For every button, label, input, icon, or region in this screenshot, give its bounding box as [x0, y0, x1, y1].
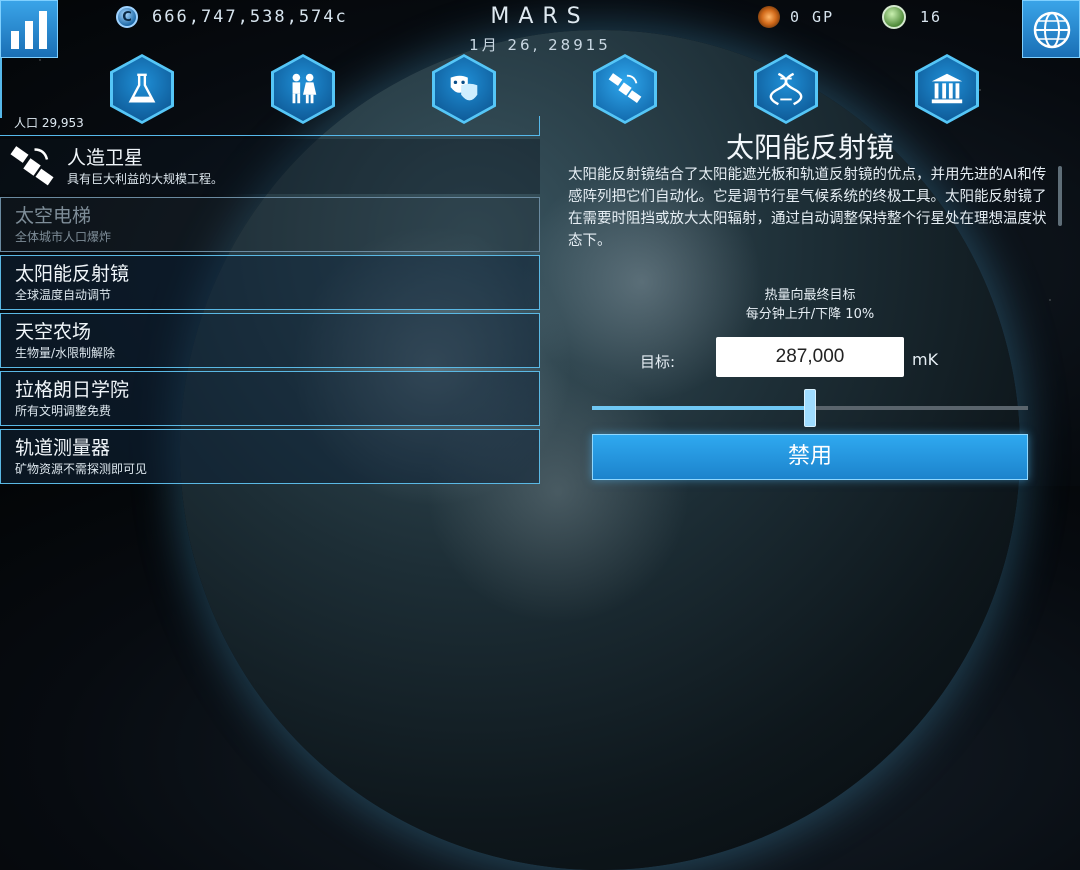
list-item-orbital-surveyor[interactable]: 轨道测量器 矿物资源不需探测即可见 [0, 429, 540, 484]
flask-icon [128, 73, 156, 103]
gp-display: 0 GP [758, 6, 834, 28]
item-desc: 生物量/水限制解除 [15, 346, 116, 360]
project-list: 人造卫星 具有巨大利益的大规模工程。 太空电梯 全体城市人口爆炸 太阳能反射镜 … [0, 139, 540, 487]
institution-icon [931, 73, 963, 104]
people-icon [292, 73, 317, 104]
target-temperature-input[interactable] [716, 337, 904, 377]
category-desc: 具有巨大利益的大规模工程。 [67, 172, 224, 186]
item-title: 太阳能反射镜 [15, 263, 130, 285]
target-unit: mK [912, 350, 939, 369]
item-desc: 全球温度自动调节 [15, 288, 112, 302]
list-item-sky-farm[interactable]: 天空农场 生物量/水限制解除 [0, 313, 540, 368]
disable-button[interactable]: 禁用 [592, 434, 1028, 480]
category-title: 人造卫星 [67, 147, 144, 169]
item-title: 太空电梯 [15, 205, 92, 227]
heat-label: 热量向最终目标 [764, 288, 856, 303]
item-title: 轨道测量器 [15, 437, 111, 459]
item-title: 天空农场 [15, 321, 92, 343]
item-desc: 所有文明调整免费 [15, 404, 112, 418]
leaf-value: 16 [920, 8, 943, 26]
item-desc: 全体城市人口爆炸 [15, 230, 112, 244]
target-label: 目标: [640, 353, 676, 371]
satellite-icon [608, 73, 642, 103]
population-label: 人口 29,953 [14, 116, 84, 130]
item-desc: 矿物资源不需探测即可见 [15, 462, 148, 476]
detail-title: 太阳能反射镜 [725, 131, 894, 164]
leaf-icon [882, 5, 906, 29]
description-scrollbar[interactable] [1058, 166, 1062, 226]
slider-fill [592, 406, 810, 410]
target-slider-thumb[interactable] [804, 389, 816, 427]
planet-date: 1月 26, 28915 [469, 36, 611, 54]
list-item-space-elevator[interactable]: 太空电梯 全体城市人口爆炸 [0, 197, 540, 252]
left-edge-line [0, 58, 2, 118]
detail-description: 太阳能反射镜结合了太阳能遮光板和轨道反射镜的优点，并用先进的AI和传感阵列把它们… [568, 167, 1047, 249]
dna-icon [769, 72, 803, 106]
satellite-icon [10, 146, 54, 186]
gp-icon [758, 6, 780, 28]
heat-rate-label: 每分钟上升/下降 10% [745, 307, 875, 322]
gp-value: 0 GP [790, 8, 835, 26]
item-title: 拉格朗日学院 [15, 379, 130, 401]
leaf-display: 16 [882, 5, 942, 29]
theater-masks-icon [450, 75, 478, 101]
list-header-satellite: 人造卫星 具有巨大利益的大规模工程。 [0, 139, 540, 194]
list-item-solar-reflector[interactable]: 太阳能反射镜 全球温度自动调节 [0, 255, 540, 310]
list-item-lagrange-academy[interactable]: 拉格朗日学院 所有文明调整免费 [0, 371, 540, 426]
